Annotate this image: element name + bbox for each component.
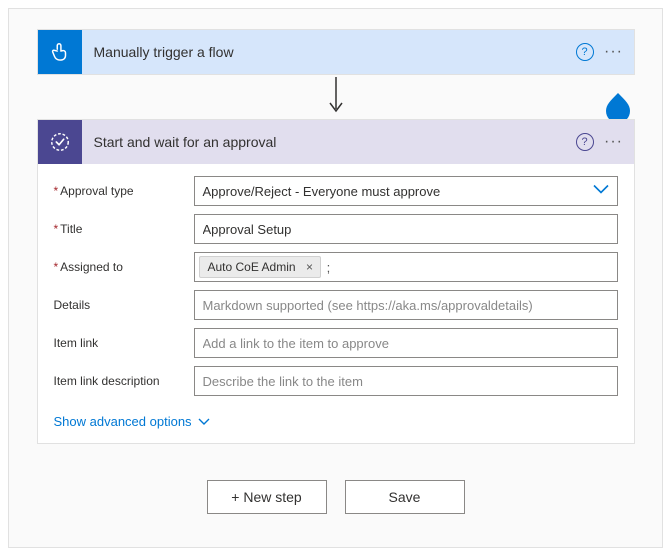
field-label: Item link — [54, 336, 194, 350]
approval-card-header[interactable]: Start and wait for an approval ? ··· — [38, 120, 634, 164]
flow-designer-canvas: Manually trigger a flow ? ··· Start and … — [8, 8, 663, 548]
field-assigned-to: Assigned to Auto CoE Admin × ; — [54, 252, 618, 282]
field-item-link-description: Item link description — [54, 366, 618, 396]
footer-actions: + New step Save — [33, 480, 638, 514]
drop-indicator-icon — [604, 91, 632, 119]
details-input[interactable] — [194, 290, 618, 320]
approval-title: Start and wait for an approval — [82, 134, 576, 150]
connector-arrow — [33, 75, 638, 119]
approval-action-card: Start and wait for an approval ? ··· App… — [37, 119, 635, 444]
approval-check-icon — [38, 120, 82, 164]
item-link-description-input[interactable] — [194, 366, 618, 396]
save-button[interactable]: Save — [345, 480, 465, 514]
new-step-button[interactable]: + New step — [207, 480, 327, 514]
trigger-card-header[interactable]: Manually trigger a flow ? ··· — [38, 30, 634, 74]
field-details: Details — [54, 290, 618, 320]
assigned-to-input[interactable]: Auto CoE Admin × ; — [194, 252, 618, 282]
user-chip: Auto CoE Admin × — [199, 256, 321, 278]
remove-chip-icon[interactable]: × — [302, 260, 318, 274]
field-label: Details — [54, 298, 194, 312]
field-approval-type: Approval type Approve/Reject - Everyone … — [54, 176, 618, 206]
help-icon[interactable]: ? — [576, 133, 594, 151]
field-label: Title — [54, 222, 194, 236]
help-icon[interactable]: ? — [576, 43, 594, 61]
show-advanced-options-link[interactable]: Show advanced options — [54, 414, 210, 429]
chip-label: Auto CoE Admin — [208, 260, 296, 274]
field-title: Title — [54, 214, 618, 244]
more-menu-icon[interactable]: ··· — [602, 43, 626, 61]
approval-card-body: Approval type Approve/Reject - Everyone … — [38, 164, 634, 443]
chip-separator: ; — [325, 260, 331, 275]
approval-type-select[interactable]: Approve/Reject - Everyone must approve — [194, 176, 618, 206]
trigger-title: Manually trigger a flow — [82, 44, 576, 60]
field-label: Assigned to — [54, 260, 194, 274]
field-label: Approval type — [54, 184, 194, 198]
advanced-label: Show advanced options — [54, 414, 192, 429]
field-label: Item link description — [54, 374, 194, 388]
title-input[interactable] — [194, 214, 618, 244]
approval-type-value: Approve/Reject - Everyone must approve — [203, 184, 441, 199]
trigger-card: Manually trigger a flow ? ··· — [37, 29, 635, 75]
more-menu-icon[interactable]: ··· — [602, 133, 626, 151]
field-item-link: Item link — [54, 328, 618, 358]
touch-icon — [38, 30, 82, 74]
chevron-down-icon — [198, 414, 210, 429]
item-link-input[interactable] — [194, 328, 618, 358]
